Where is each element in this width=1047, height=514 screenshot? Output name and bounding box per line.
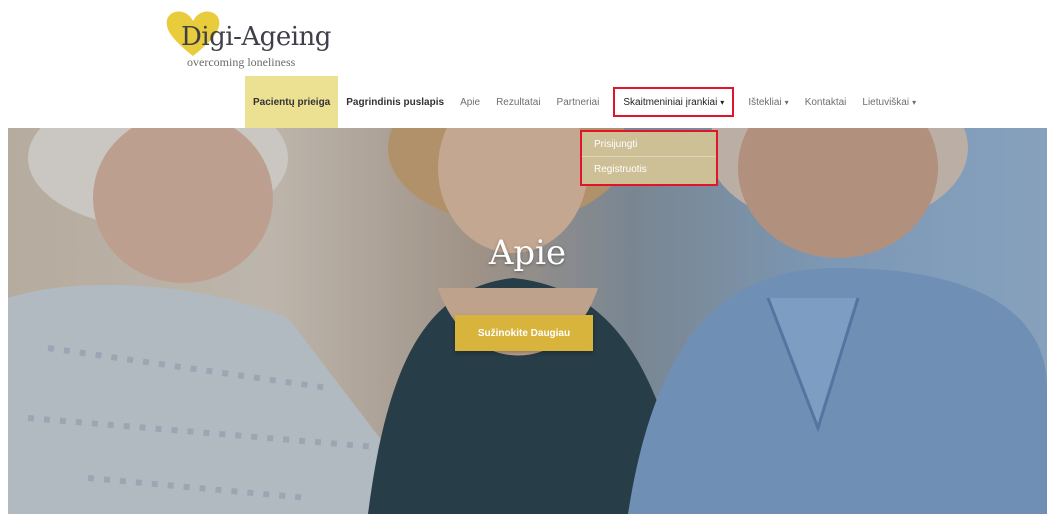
digital-tools-dropdown: Prisijungti Registruotis [580,130,718,186]
dropdown-item-register[interactable]: Registruotis [582,156,716,181]
site-logo[interactable]: Digi-Ageing overcoming loneliness [163,10,343,74]
chevron-down-icon: ▾ [784,97,789,107]
nav-item-digital-tools[interactable]: Skaitmeniniai įrankiai ▾ [613,87,735,117]
hero-title: Apie [488,233,567,273]
nav-item-label: Pacientų prieiga [253,96,331,108]
page: Digi-Ageing overcoming loneliness Pacien… [0,0,1047,514]
nav-item-label: Kontaktai [804,96,847,108]
nav-item-label: Ištekliai [748,96,782,108]
nav-item-label: Lietuviškai [862,96,910,108]
nav-item-contacts[interactable]: Kontaktai [797,76,855,128]
nav-item-label: Rezultatai [496,96,541,108]
nav-item-home[interactable]: Pagrindinis puslapis [338,76,452,128]
nav-item-label: Pagrindinis puslapis [346,96,445,108]
nav-item-label: Skaitmeniniai įrankiai [623,96,718,108]
learn-more-button[interactable]: Sužinokite Daugiau [455,315,593,351]
nav-item-language[interactable]: Lietuviškai ▾ [854,76,924,128]
nav-item-partners[interactable]: Partneriai [549,76,608,128]
brand-title: Digi-Ageing [181,22,331,52]
main-nav: Pacientų prieiga Pagrindinis puslapis Ap… [245,76,924,128]
nav-item-resources[interactable]: Ištekliai ▾ [740,76,796,128]
nav-item-patient-access[interactable]: Pacientų prieiga [245,76,339,128]
chevron-down-icon: ▾ [720,97,725,107]
nav-item-results[interactable]: Rezultatai [488,76,548,128]
nav-item-label: Partneriai [556,96,600,108]
chevron-down-icon: ▾ [912,97,917,107]
brand-subtitle: overcoming loneliness [187,55,296,69]
hero-banner: Apie Sužinokite Daugiau [8,128,1047,514]
nav-item-label: Apie [460,96,481,108]
nav-item-about[interactable]: Apie [452,76,488,128]
dropdown-item-login[interactable]: Prisijungti [582,132,716,156]
